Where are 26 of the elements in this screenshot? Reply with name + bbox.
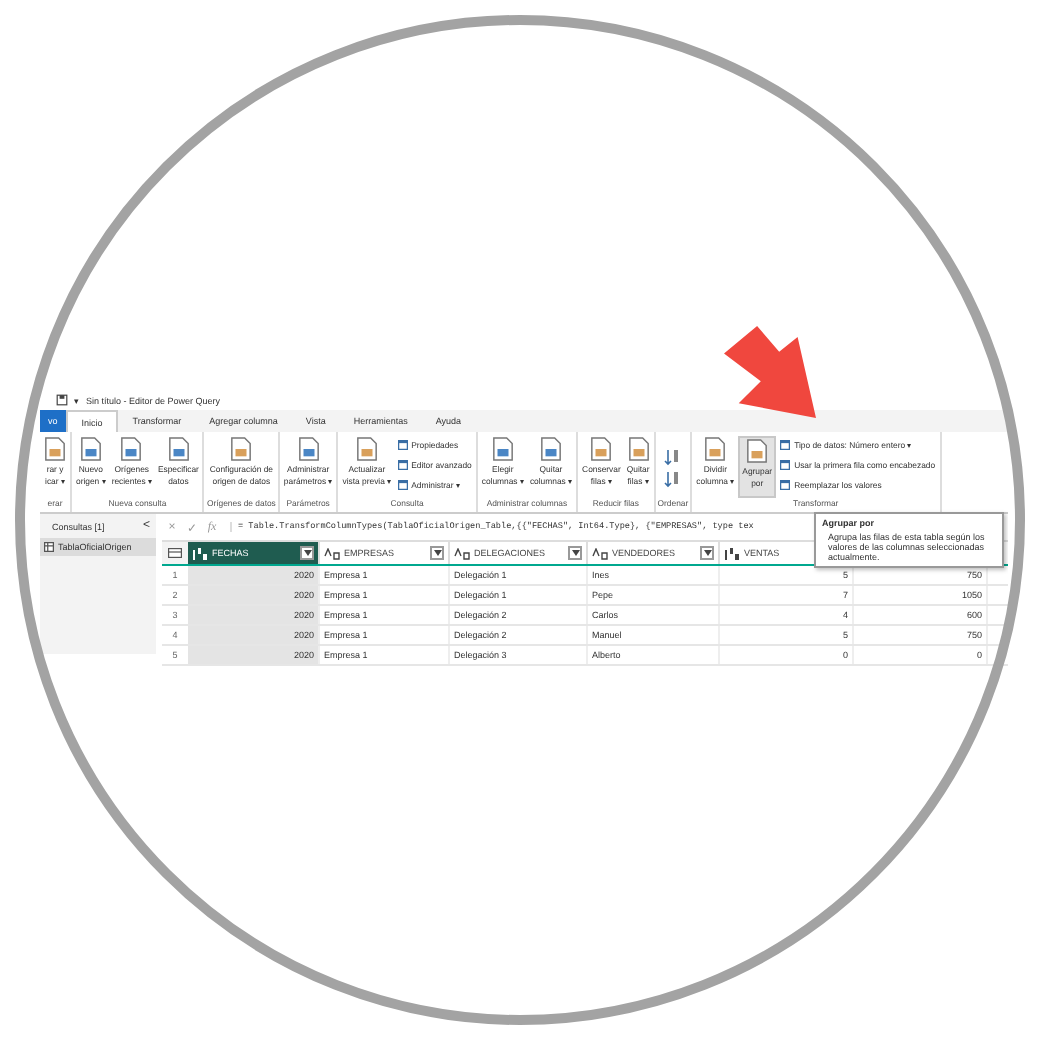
text-type-icon [592,547,608,559]
table-icon [168,548,182,558]
number-type-icon [192,547,208,559]
window-icon [780,460,791,470]
text-type-icon [454,547,470,559]
window-icon [397,440,408,450]
filter-dropdown[interactable] [568,546,582,560]
arrow-drawing [724,326,816,418]
text-type-icon [324,547,340,559]
filter-dropdown[interactable] [430,546,444,560]
table-icon [44,542,54,552]
caret-icon [303,550,311,556]
filter-dropdown[interactable] [700,546,714,560]
caret-icon [703,550,711,556]
document-icon [746,438,769,464]
caret-icon [433,550,441,556]
filter-dropdown[interactable] [300,546,314,560]
save-icon[interactable] [56,394,68,406]
window-icon [397,460,408,470]
window-icon [780,480,791,490]
number-type-icon [724,547,740,559]
window-icon [780,440,791,450]
window-icon [397,480,408,490]
table-menu[interactable] [162,542,188,564]
sort-icon [664,447,681,487]
caret-icon [571,550,579,556]
